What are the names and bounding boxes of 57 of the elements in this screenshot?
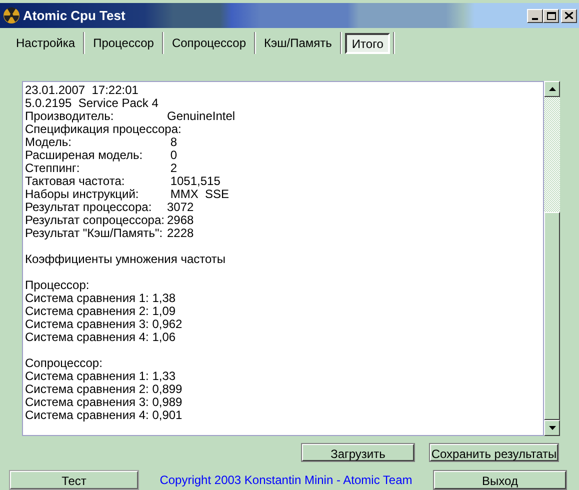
maximize-icon [546, 12, 556, 20]
report-line: 5.0.2195 Service Pack 4 [25, 97, 160, 110]
report-line: Система сравнения 3: 0,989 [25, 396, 184, 409]
field-label: Результат сопроцессора: [25, 214, 166, 227]
down-arrow-icon [548, 426, 556, 430]
load-button[interactable]: Загрузить [302, 444, 414, 461]
report-line: Процессор: [25, 279, 90, 292]
report-line: Система сравнения 1: 1,33 [25, 370, 177, 383]
tab[interactable]: Итого [344, 32, 390, 54]
field-value: 1051,515 [169, 175, 220, 188]
exit-button[interactable]: Выход [434, 471, 566, 489]
tab[interactable]: Кэш/Память [256, 32, 340, 54]
up-arrow-icon [548, 87, 556, 91]
save-results-button[interactable]: Сохранить результаты [430, 444, 558, 461]
scrollbar[interactable] [544, 81, 560, 436]
scroll-thumb[interactable] [544, 212, 560, 420]
field-label: Степпинг: [25, 162, 80, 175]
report-line: Система сравнения 2: 0,899 [25, 383, 184, 396]
report-text-area[interactable] [22, 81, 544, 436]
field-label: Результат "Кэш/Память": [25, 227, 163, 240]
field-value: MMX SSE [169, 188, 230, 201]
scroll-down-button[interactable] [544, 420, 560, 436]
report-line: Спецификация процессора: [25, 123, 182, 136]
field-label: Расширеная модель: [25, 149, 144, 162]
report-line: Система сравнения 4: 0,901 [25, 409, 184, 422]
field-value: 2 [169, 162, 178, 175]
report-line: Коэффициенты умножения частоты [25, 253, 227, 266]
window-title: Atomic Cpu Test [23, 6, 126, 25]
scroll-up-button[interactable] [544, 81, 560, 97]
tab[interactable]: Процессор [85, 32, 162, 54]
report-line: Система сравнения 1: 1,38 [25, 292, 177, 305]
report-line: Система сравнения 3: 0,962 [25, 318, 184, 331]
tab[interactable]: Сопроцессор [164, 32, 254, 54]
copyright-text: Copyright 2003 Konstantin Minin - Atomic Team [158, 472, 414, 489]
tab[interactable]: Настройка [8, 32, 84, 54]
field-label: Наборы инструкций: [25, 188, 140, 201]
minimize-icon [532, 18, 538, 20]
field-value: GenuineIntel [167, 110, 236, 123]
field-label: Тактовая частота: [25, 175, 126, 188]
minimize-button[interactable] [527, 8, 543, 22]
close-button[interactable] [561, 8, 577, 22]
close-icon [565, 12, 573, 19]
field-label: Производитель: [25, 110, 115, 123]
field-value: 0 [169, 149, 178, 162]
radiation-icon [3, 7, 20, 24]
report-line: Система сравнения 2: 1,09 [25, 305, 177, 318]
report-line: Сопроцессор: [25, 357, 104, 370]
test-button[interactable]: Тест [10, 471, 138, 489]
field-label: Модель: [25, 136, 72, 149]
field-value: 2968 [167, 214, 194, 227]
field-value: 3072 [167, 201, 194, 214]
report-line: 23.01.2007 17:22:01 [25, 84, 140, 97]
field-value: 8 [170, 136, 178, 149]
field-value: 2228 [167, 227, 194, 240]
maximize-button[interactable] [543, 8, 559, 22]
report-line: Система сравнения 4: 1,06 [25, 331, 177, 344]
field-label: Результат процессора: [25, 201, 153, 214]
